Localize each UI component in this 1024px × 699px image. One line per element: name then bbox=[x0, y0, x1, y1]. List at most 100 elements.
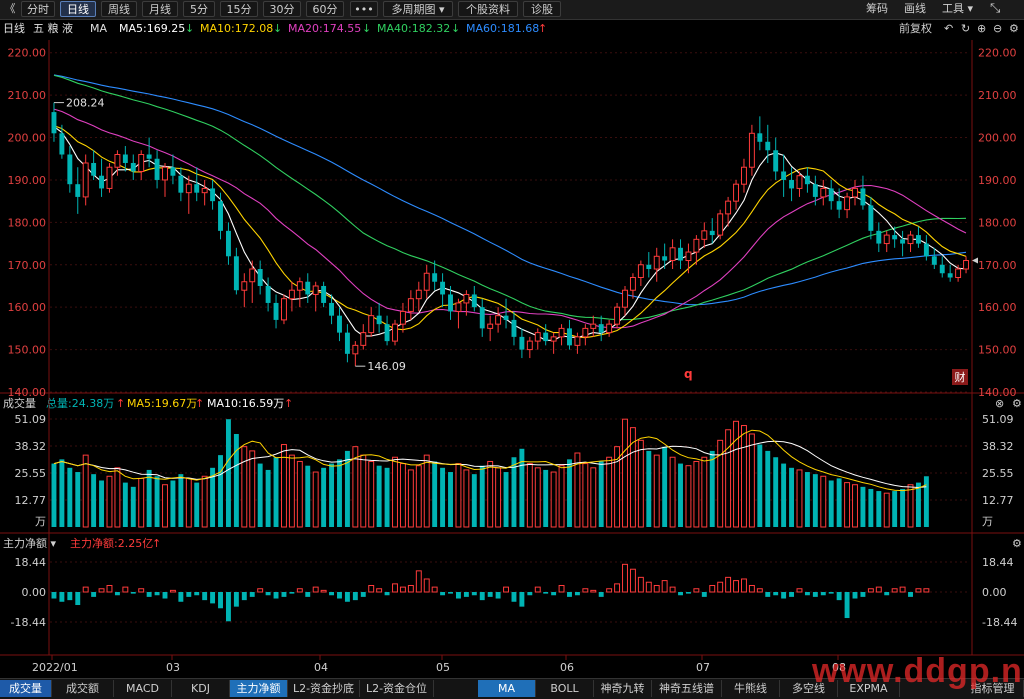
candle-body bbox=[622, 289, 628, 308]
period-5min-button[interactable]: 5分 bbox=[183, 1, 215, 17]
candle-body bbox=[106, 166, 113, 189]
tab-ma[interactable]: MA bbox=[478, 680, 536, 697]
period-month-button[interactable]: 月线 bbox=[142, 1, 178, 17]
tab-five-lines[interactable]: 神奇五线谱 bbox=[652, 680, 722, 697]
volume-bar bbox=[733, 420, 739, 528]
tab-bull-bear[interactable]: 牛熊线 bbox=[722, 680, 780, 697]
close-volume-icon[interactable]: ⊗ bbox=[995, 395, 1004, 413]
fund-bar bbox=[265, 592, 271, 596]
stock-profile-button[interactable]: 个股资料 bbox=[458, 1, 518, 17]
candle-body bbox=[233, 256, 239, 291]
volume-bar bbox=[669, 456, 676, 528]
fund-indicator-dropdown[interactable]: 主力净额 ▾ bbox=[3, 535, 56, 553]
volume-bar bbox=[781, 463, 787, 527]
period-30min-button[interactable]: 30分 bbox=[263, 1, 301, 17]
high-price-label: 208.24 bbox=[66, 97, 105, 110]
candle-body bbox=[598, 324, 604, 333]
diagnose-button[interactable]: 诊股 bbox=[523, 1, 561, 17]
fund-bar bbox=[59, 592, 65, 602]
indicator-name[interactable]: MA bbox=[90, 20, 107, 38]
volume-tick-label: 51.09 bbox=[15, 413, 47, 426]
ma10-line bbox=[53, 125, 967, 339]
current-price-pointer bbox=[972, 257, 978, 264]
fund-bar bbox=[852, 592, 858, 599]
ma-lines bbox=[53, 74, 967, 341]
candle-body bbox=[606, 323, 613, 334]
ma10-arrow: ↓ bbox=[273, 22, 283, 35]
candle-body bbox=[360, 332, 367, 346]
fund-bar bbox=[637, 576, 644, 593]
tab-main-net[interactable]: 主力净额 bbox=[230, 680, 288, 697]
candle-body bbox=[709, 230, 715, 236]
fund-bar bbox=[169, 589, 176, 593]
candle-body bbox=[955, 268, 962, 278]
fund-bar bbox=[590, 589, 597, 593]
volume-bar bbox=[923, 476, 929, 527]
period-15min-button[interactable]: 15分 bbox=[220, 1, 258, 17]
candle-body bbox=[146, 154, 152, 159]
fund-bar bbox=[812, 592, 818, 597]
period-week-button[interactable]: 周线 bbox=[101, 1, 137, 17]
tab-boll[interactable]: BOLL bbox=[536, 680, 594, 697]
draw-line-button[interactable]: 画线 bbox=[904, 1, 926, 17]
zoom-out-icon[interactable]: ⊖ bbox=[993, 20, 1002, 38]
fund-bar bbox=[495, 592, 501, 599]
volume-bar bbox=[384, 467, 390, 527]
volume-bar bbox=[646, 450, 652, 527]
fund-bar bbox=[551, 592, 557, 596]
candle-body bbox=[344, 332, 350, 354]
expand-icon[interactable]: ⤡ bbox=[990, 1, 1000, 17]
date-label: 07 bbox=[696, 661, 710, 674]
fund-bar bbox=[527, 592, 533, 596]
volume-bar bbox=[773, 457, 779, 527]
fund-bar bbox=[194, 592, 200, 596]
candle-body bbox=[629, 276, 636, 291]
settings-icon[interactable]: ⚙ bbox=[1009, 20, 1019, 38]
candle-body bbox=[463, 293, 470, 304]
chips-button[interactable]: 筹码 bbox=[866, 1, 888, 17]
period-day-button[interactable]: 日线 bbox=[60, 1, 96, 17]
tab-macd[interactable]: MACD bbox=[114, 680, 172, 697]
candle-body bbox=[757, 133, 763, 142]
volume-ma10-arrow: ↑ bbox=[284, 397, 294, 410]
fund-bar bbox=[440, 592, 446, 596]
fund-bar bbox=[154, 592, 160, 596]
tab-l2-bottom[interactable]: L2-资金抄底 bbox=[288, 680, 360, 697]
collapse-icon[interactable]: 《 bbox=[2, 1, 18, 17]
candle-body bbox=[91, 162, 97, 176]
volume-tick-label-right: 万 bbox=[982, 515, 993, 528]
volume-bar bbox=[511, 457, 517, 527]
tab-kdj[interactable]: KDJ bbox=[172, 680, 230, 697]
volume-bar bbox=[765, 450, 771, 527]
fund-bar bbox=[884, 592, 890, 596]
financial-marker: 财 bbox=[955, 370, 966, 384]
ma20-arrow: ↓ bbox=[362, 22, 372, 35]
fund-tick-label: 0.00 bbox=[22, 586, 47, 599]
volume-bar bbox=[629, 427, 636, 528]
period-minute-button[interactable]: 分时 bbox=[21, 1, 55, 17]
axis-labels: 220.00 220.00 210.00 210.00 200.00 200.00 190.… bbox=[8, 47, 1018, 674]
adjust-dropdown[interactable]: 前复权 bbox=[899, 20, 932, 38]
volume-indicator-label[interactable]: 成交量 bbox=[3, 395, 36, 413]
tab-nine-turn[interactable]: 神奇九转 bbox=[594, 680, 652, 697]
period-60min-button[interactable]: 60分 bbox=[306, 1, 344, 17]
candle-body bbox=[637, 264, 644, 278]
fund-value-arrow: ↑ bbox=[152, 537, 162, 550]
tab-l2-position[interactable]: L2-资金仓位 bbox=[360, 680, 434, 697]
refresh-icon[interactable]: ↻ bbox=[961, 20, 970, 38]
volume-bar bbox=[543, 469, 549, 527]
multi-period-dropdown[interactable]: 多周期图 ▾ bbox=[383, 1, 453, 17]
zoom-in-icon[interactable]: ⊕ bbox=[977, 20, 986, 38]
volume-settings-icon[interactable]: ⚙ bbox=[1012, 395, 1022, 413]
candle-body bbox=[305, 281, 311, 295]
fund-bar bbox=[844, 592, 850, 619]
tab-turnover[interactable]: 成交额 bbox=[52, 680, 114, 697]
more-periods-button[interactable]: ••• bbox=[350, 1, 378, 17]
back-icon[interactable]: ↶ bbox=[944, 20, 953, 38]
tools-dropdown[interactable]: 工具 ▾ bbox=[942, 1, 973, 17]
volume-info-bar: 成交量 总量:24.38万 ↑ MA5:19.67万 ↑ MA10:16.59万… bbox=[0, 395, 1024, 413]
tab-volume[interactable]: 成交量 bbox=[0, 680, 52, 697]
fund-bar bbox=[558, 584, 565, 593]
fund-bar bbox=[448, 592, 453, 594]
fund-settings-icon[interactable]: ⚙ bbox=[1012, 535, 1022, 553]
